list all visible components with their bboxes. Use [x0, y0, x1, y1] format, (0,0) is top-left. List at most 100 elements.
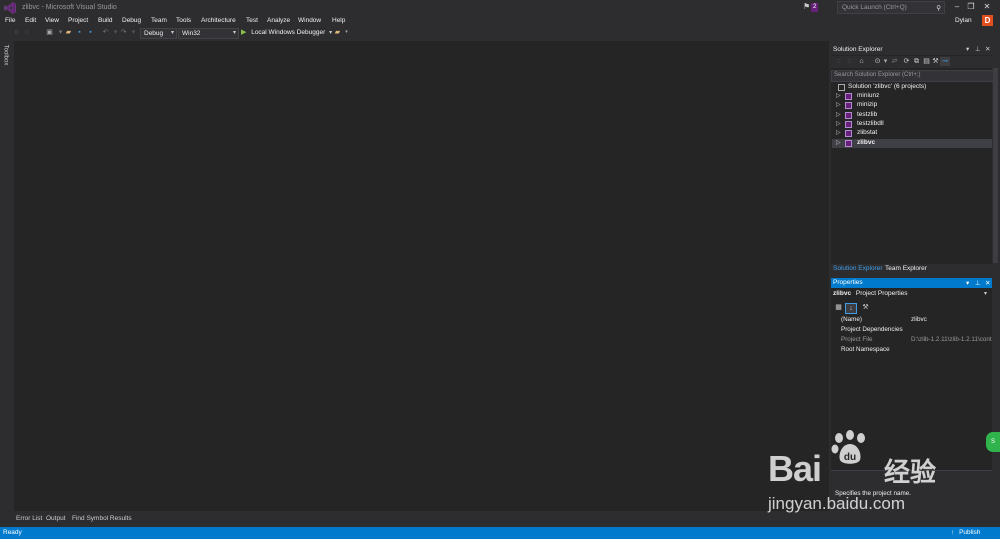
editor-area	[14, 41, 829, 511]
expand-arrow-icon[interactable]: ▷	[836, 120, 841, 127]
preview-selected-icon[interactable]: ⊸	[940, 57, 950, 66]
menu-window[interactable]: Window	[298, 17, 321, 24]
user-name[interactable]: Dylan	[955, 17, 972, 24]
redo-icon[interactable]: ↷	[119, 28, 128, 37]
open-folder-icon[interactable]: ▰	[64, 28, 73, 37]
svg-text:du: du	[844, 452, 856, 463]
project-node-zlibvc[interactable]: ▷ zlibvc	[832, 139, 992, 148]
project-node-testzlibdll[interactable]: ▷ testzlibdll	[832, 120, 992, 129]
home-icon[interactable]: ⌂	[857, 57, 866, 66]
close-button[interactable]: ✕	[980, 1, 994, 12]
publish-button[interactable]: ↑ Publish	[951, 529, 980, 536]
menu-file[interactable]: File	[5, 17, 15, 24]
solution-node[interactable]: Solution 'zlibvc' (6 projects)	[832, 83, 992, 92]
project-label: testzlib	[857, 111, 878, 118]
menu-debug[interactable]: Debug	[122, 17, 141, 24]
menu-build[interactable]: Build	[98, 17, 112, 24]
save-all-icon[interactable]: ▪	[86, 28, 95, 37]
sync-icon[interactable]: ⇄	[890, 57, 899, 66]
solution-explorer-title: Solution Explorer	[833, 46, 883, 53]
collapse-all-icon[interactable]: ⧉	[912, 57, 921, 66]
floating-badge[interactable]: S	[986, 432, 1000, 452]
pin-icon[interactable]: ⊥	[975, 279, 981, 287]
undo-icon[interactable]: ↶	[101, 28, 110, 37]
property-row-name[interactable]: (Name) zlibvc	[831, 315, 992, 325]
quick-launch-input[interactable]: Quick Launch (Ctrl+Q) ⚲	[837, 1, 945, 14]
menu-view[interactable]: View	[45, 17, 59, 24]
publish-label: Publish	[959, 529, 981, 536]
solution-configuration-select[interactable]: Debug ▾	[140, 28, 177, 39]
save-icon[interactable]: ▪	[75, 28, 84, 37]
chevron-down-icon[interactable]: ▾	[881, 57, 890, 66]
close-icon[interactable]: ✕	[985, 279, 990, 287]
solution-label: Solution 'zlibvc' (6 projects)	[848, 83, 927, 90]
left-dock-strip	[0, 41, 13, 511]
property-row-project-file[interactable]: Project File D:\zlib-1.2.11\zlib-1.2.11\…	[831, 335, 992, 345]
wrench-icon[interactable]: ⚒	[931, 57, 940, 66]
tab-error-list[interactable]: Error List	[16, 515, 42, 522]
expand-arrow-icon[interactable]: ▷	[836, 101, 841, 108]
solution-explorer-search-input[interactable]: Search Solution Explorer (Ctrl+;)	[831, 70, 994, 82]
properties-toolbar: ▦ ↓ ⚒	[831, 302, 992, 314]
project-label: zlibstat	[857, 129, 878, 136]
categorized-icon[interactable]: ▦	[834, 303, 843, 312]
platform-value: Win32	[182, 30, 201, 37]
start-debugging-button[interactable]: ▶ Local Windows Debugger ▾	[241, 28, 332, 36]
property-pages-icon[interactable]: ⚒	[861, 303, 870, 312]
tab-team-explorer[interactable]: Team Explorer	[885, 265, 927, 272]
project-node-minizip[interactable]: ▷ minizip	[832, 101, 992, 110]
solution-platform-select[interactable]: Win32 ▾	[178, 28, 239, 39]
tab-solution-explorer[interactable]: Solution Explorer	[833, 265, 883, 272]
notifications-button[interactable]: ⚑ 2	[803, 2, 823, 13]
dropdown-arrow-icon[interactable]: ▾	[129, 28, 138, 37]
expand-arrow-icon[interactable]: ▷	[836, 111, 841, 118]
toolbar-overflow-icon[interactable]: ▾	[342, 28, 351, 37]
project-icon	[845, 112, 852, 119]
tab-find-symbol-results[interactable]: Find Symbol Results	[72, 515, 132, 522]
new-project-icon[interactable]: ▣	[45, 28, 54, 37]
back-icon[interactable]: ◌	[834, 57, 843, 66]
property-row-dependencies[interactable]: Project Dependencies	[831, 325, 992, 335]
expand-arrow-icon[interactable]: ▷	[836, 139, 841, 146]
properties-title: Properties	[833, 279, 863, 286]
menu-edit[interactable]: Edit	[25, 17, 36, 24]
tab-output[interactable]: Output	[46, 515, 66, 522]
menu-analyze[interactable]: Analyze	[267, 17, 290, 24]
panel-options-icon[interactable]: ▾	[966, 279, 969, 287]
menu-architecture[interactable]: Architecture	[201, 17, 236, 24]
attach-icon[interactable]: ▰	[333, 28, 342, 37]
minimize-button[interactable]: –	[950, 1, 964, 12]
expand-arrow-icon[interactable]: ▷	[836, 129, 841, 136]
pin-icon[interactable]: ⊥	[975, 45, 981, 53]
chevron-down-icon: ▾	[232, 30, 236, 36]
menu-help[interactable]: Help	[332, 17, 345, 24]
forward-icon[interactable]: ◌	[22, 28, 31, 37]
back-icon[interactable]: ◌	[12, 28, 21, 37]
forward-icon[interactable]: ◌	[845, 57, 854, 66]
chevron-down-icon: ▾	[170, 30, 174, 36]
properties-object-selector[interactable]: zlibvc Project Properties	[833, 290, 908, 297]
window-title: zlibvc - Microsoft Visual Studio	[22, 4, 117, 11]
menu-test[interactable]: Test	[246, 17, 258, 24]
chevron-down-icon[interactable]: ▾	[984, 290, 987, 297]
alphabetical-icon[interactable]: ↓	[845, 303, 857, 314]
restore-button[interactable]: ❐	[964, 1, 978, 12]
close-icon[interactable]: ✕	[985, 45, 990, 53]
show-all-files-icon[interactable]: ▤	[922, 57, 931, 66]
panel-options-icon[interactable]: ▾	[966, 45, 969, 53]
solution-explorer-toolbar: ◌ ◌ ⌂ ⊙ ▾ ⇄ ⟳ ⧉ ▤ ⚒ ⊸	[831, 56, 992, 68]
menu-project[interactable]: Project	[68, 17, 88, 24]
arrow-up-icon: ↑	[951, 529, 955, 536]
solution-explorer-scrollbar[interactable]	[993, 68, 998, 263]
refresh-icon[interactable]: ⟳	[902, 57, 911, 66]
menu-tools[interactable]: Tools	[176, 17, 191, 24]
expand-arrow-icon[interactable]: ▷	[836, 92, 841, 99]
menu-team[interactable]: Team	[151, 17, 167, 24]
project-node-miniunz[interactable]: ▷ miniunz	[832, 92, 992, 101]
project-node-zlibstat[interactable]: ▷ zlibstat	[832, 129, 992, 138]
avatar[interactable]: D	[982, 15, 993, 26]
play-icon: ▶	[241, 29, 247, 36]
toolbox-tab[interactable]: Toolbox	[2, 44, 11, 68]
project-node-testzlib[interactable]: ▷ testzlib	[832, 111, 992, 120]
property-row-root-namespace[interactable]: Root Namespace	[831, 345, 992, 355]
